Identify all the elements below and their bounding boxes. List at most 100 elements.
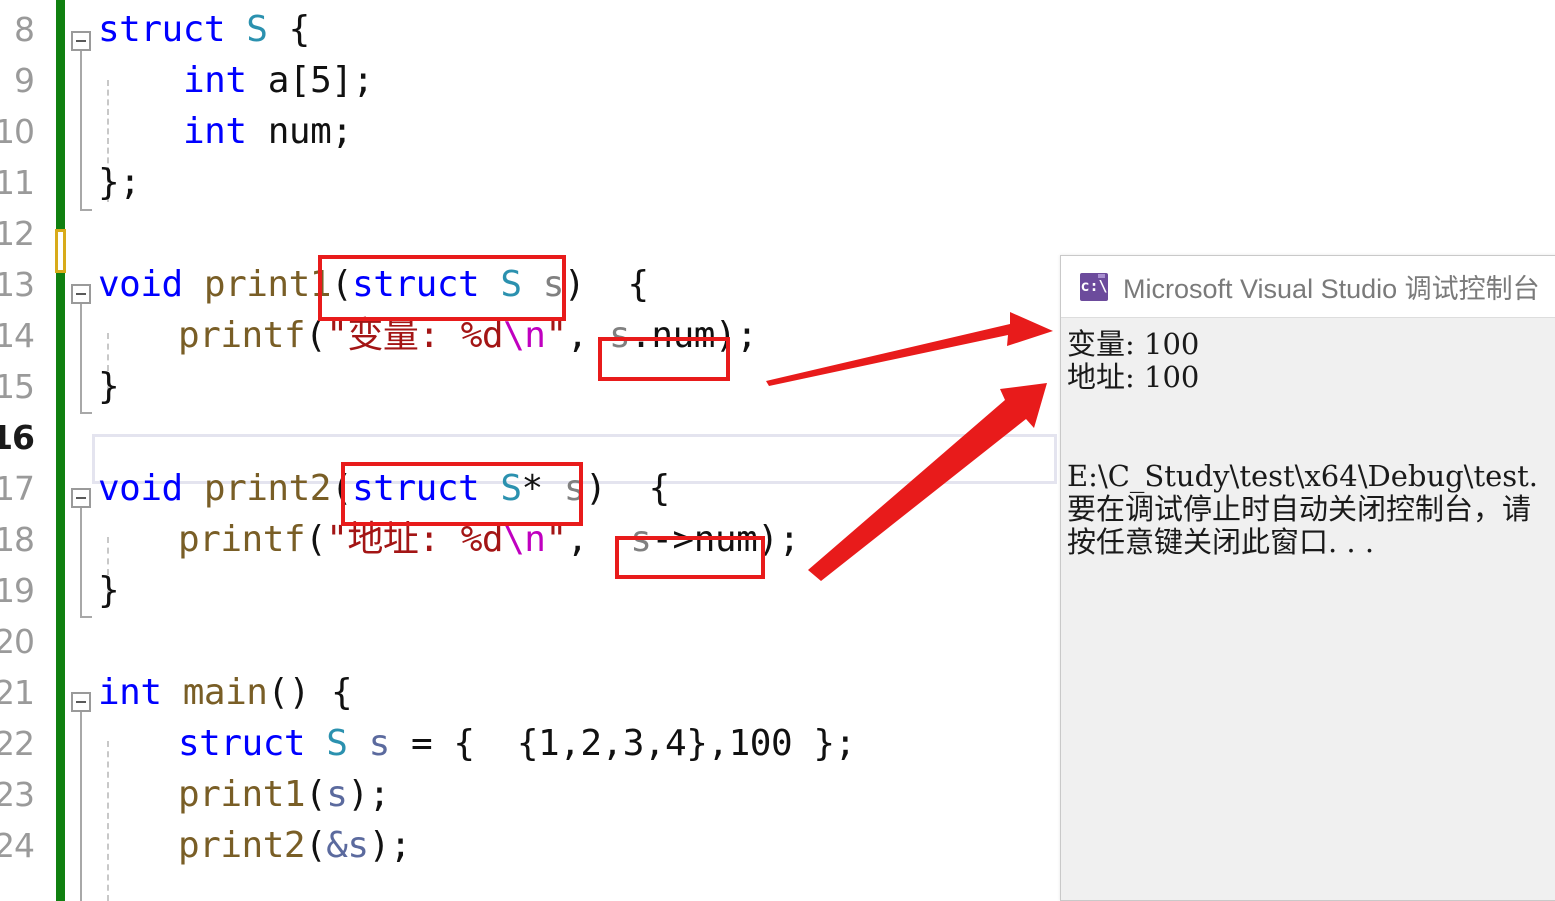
code-line-9[interactable]: int a[5]; [183,55,374,106]
line-number-current: 16 [0,418,35,457]
console-output-line: 要在调试停止时自动关闭控制台，请 [1067,492,1532,526]
token-member-a: a[5] [267,60,353,101]
token-paren-close: ) { [585,468,670,509]
token-function-printf: printf [178,315,306,356]
unsaved-changes-marker [55,229,66,273]
fold-guide-foot-print2 [80,616,92,618]
token-local-s: s [368,723,391,764]
code-line-10[interactable]: int num; [183,106,353,157]
token-close-struct: }; [98,162,141,203]
line-number: 14 [0,316,35,355]
line-number: 24 [0,826,35,865]
token-keyword-struct: struct [178,723,306,764]
console-output-line: 按任意键关闭此窗口. . . [1067,525,1375,559]
console-icon-glyph: c:\ [1080,276,1108,295]
line-number: 17 [0,469,35,508]
token-function-print2: print2 [203,468,332,509]
code-line-19[interactable]: } [98,565,120,616]
fold-guide-main [80,712,82,901]
visual-studio-debug-console-window[interactable]: c:\ Microsoft Visual Studio 调试控制台 变量: 10… [1060,255,1555,901]
console-cmd-icon: c:\ [1080,272,1108,301]
token-string-quote-close: " [545,315,567,356]
token-init-num: 100 [728,723,793,764]
token-paren-close: ); [368,825,412,866]
line-number: 21 [0,673,35,712]
token-paren-open: ( [305,825,327,866]
token-type-S: S [246,9,268,50]
token-local-s: s [347,825,369,866]
line-number: 13 [0,265,35,304]
token-close-print1: } [98,366,120,407]
code-line-21[interactable]: int main() { [98,667,353,718]
token-semicolon: ; [352,60,374,101]
token-semicolon: ; [331,111,353,152]
line-number: 22 [0,724,35,763]
line-number: 9 [14,61,35,100]
token-member-num: num [267,111,332,152]
token-paren-open: ( [305,519,327,560]
screenshot-root: 8 9 10 11 12 13 14 15 16 17 18 19 20 21 … [0,0,1555,901]
console-output-line: E:\C_Study\test\x64\Debug\test. [1067,459,1539,493]
console-output-blank-line [1064,427,1555,460]
annotation-box-print1-param [318,255,566,321]
fold-toggle-main[interactable] [71,692,91,712]
token-brace-close: }; [792,723,856,764]
console-output-line: 变量: 100 [1067,327,1200,361]
token-paren-close: ) { [563,264,649,305]
console-window-title: Microsoft Visual Studio 调试控制台 [1123,274,1540,304]
fold-toggle-struct[interactable] [71,31,91,51]
token-address-of-s: & [326,825,348,866]
token-type-S: S [326,723,348,764]
fold-toggle-print1[interactable] [71,284,91,304]
token-assign: = { [389,723,517,764]
annotation-box-print2-param [341,462,583,526]
annotation-box-print2-access [615,536,765,579]
code-line-8[interactable]: struct S { [98,4,310,55]
token-close-print2: } [98,570,120,611]
code-line-11[interactable]: }; [98,157,141,208]
code-line-24[interactable]: print2(&s); [178,820,411,871]
token-keyword-void: void [98,264,183,305]
fold-guide-print2 [80,508,82,618]
line-number-gutter: 8 9 10 11 12 13 14 15 16 17 18 19 20 21 … [0,0,44,901]
token-function-print1: print1 [203,264,332,305]
token-comma: , [707,723,729,764]
token-function-print1: print1 [178,774,306,815]
fold-guide-struct [80,51,82,211]
line-number: 19 [0,571,35,610]
line-number: 12 [0,214,35,253]
annotation-box-print1-access [598,337,730,381]
console-title-bar[interactable]: c:\ Microsoft Visual Studio 调试控制台 [1061,256,1555,318]
line-number: 20 [0,622,35,661]
code-line-22[interactable]: struct S s = { {1,2,3,4},100 }; [178,718,856,769]
token-keyword-int: int [98,672,162,713]
token-keyword-struct: struct [98,9,226,50]
line-number: 18 [0,520,35,559]
line-number: 15 [0,367,35,406]
token-parens-brace: () { [267,672,353,713]
token-keyword-void: void [98,468,183,509]
token-escape-newline: \n [503,315,546,356]
line-number: 23 [0,775,35,814]
token-function-printf: printf [178,519,306,560]
console-output-area[interactable]: 变量: 100 地址: 100 E:\C_Study\test\x64\Debu… [1061,318,1555,900]
fold-guide-print1 [80,304,82,414]
line-number: 8 [14,10,35,49]
token-keyword-int: int [183,60,247,101]
fold-guide-foot-print1 [80,412,92,414]
token-local-s: s [326,774,348,815]
indent-guide [107,741,109,901]
console-output-line: 地址: 100 [1067,360,1200,394]
fold-toggle-print2[interactable] [71,488,91,508]
line-number: 10 [0,112,35,151]
code-line-23[interactable]: print1(s); [178,769,390,820]
saved-changes-bar [56,0,65,901]
code-line-15[interactable]: } [98,361,120,412]
token-paren-close: ); [347,774,390,815]
